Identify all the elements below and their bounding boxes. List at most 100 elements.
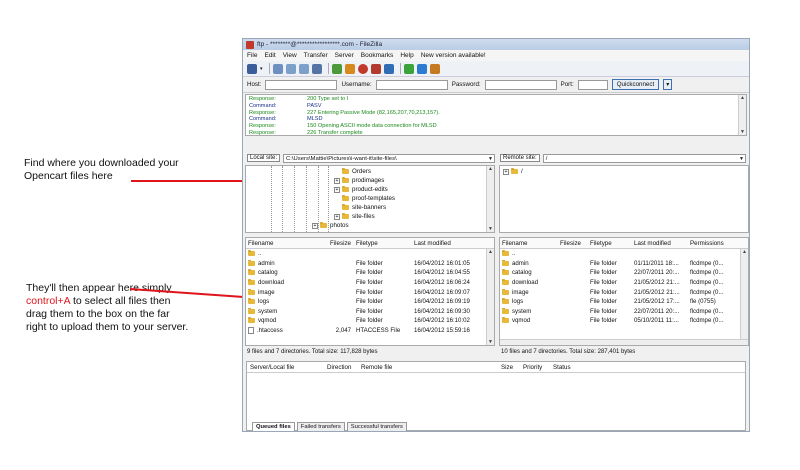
- local-file-row[interactable]: system File folder 16/04/2012 16:09:30: [246, 307, 494, 317]
- tab-failed-transfers[interactable]: Failed transfers: [296, 422, 345, 431]
- chevron-down-icon[interactable]: ▾: [260, 66, 263, 72]
- username-input[interactable]: [375, 79, 448, 90]
- cancel-icon[interactable]: [357, 63, 368, 74]
- log-row: Response: 227 Entering Passive Mode (82,1…: [249, 110, 743, 117]
- col-last-modified[interactable]: Last modified: [632, 240, 688, 247]
- toggle-remote-tree-icon[interactable]: [298, 63, 309, 74]
- local-tree-item[interactable]: + photos: [312, 221, 349, 229]
- col-permissions[interactable]: Permissions: [688, 240, 738, 247]
- remote-file-list[interactable]: Filename Filesize Filetype Last modified…: [499, 237, 749, 346]
- sync-browse-icon[interactable]: [416, 63, 427, 74]
- refresh-icon[interactable]: [331, 63, 342, 74]
- quickconnect-button[interactable]: Quickconnect: [611, 79, 660, 90]
- remote-file-row[interactable]: image File folder 21/05/2012 21:... flcdmpe…: [500, 287, 748, 297]
- remote-tree-item[interactable]: + /: [503, 167, 523, 175]
- local-tree-item[interactable]: + site-files: [334, 212, 375, 220]
- col-filename[interactable]: Filename: [500, 240, 558, 247]
- search-icon[interactable]: [429, 63, 440, 74]
- tab-successful-transfers[interactable]: Successful transfers: [346, 422, 407, 431]
- local-path-input[interactable]: C:\Users\Mattie\Pictures\i-want-it\site-…: [283, 153, 495, 163]
- local-list-scrollbar[interactable]: [486, 249, 494, 345]
- folder-icon: [502, 288, 509, 295]
- site-manager-icon[interactable]: [247, 63, 257, 74]
- menu-help[interactable]: Help: [400, 52, 413, 59]
- menu-view[interactable]: View: [283, 52, 297, 59]
- toggle-tree-icon[interactable]: [285, 63, 296, 74]
- expand-icon[interactable]: +: [334, 177, 340, 184]
- compare-icon[interactable]: [403, 63, 414, 74]
- col-priority[interactable]: Priority: [523, 364, 553, 371]
- col-filetype[interactable]: Filetype: [354, 240, 412, 247]
- local-file-row[interactable]: catalog File folder 16/04/2012 16:04:55: [246, 268, 494, 278]
- remote-path-input[interactable]: /: [542, 153, 746, 163]
- local-tree-scrollbar[interactable]: [486, 166, 494, 232]
- filezilla-window: ftp - ********@*****************.com - F…: [242, 38, 750, 432]
- remote-file-row[interactable]: logs File folder 21/05/2012 17:... fle (075…: [500, 297, 748, 307]
- menu-bar: File Edit View Transfer Server Bookmarks…: [243, 50, 749, 61]
- quickconnect-dropdown-icon[interactable]: ▾: [663, 79, 673, 90]
- col-filename[interactable]: Filename: [246, 240, 308, 247]
- expand-icon[interactable]: +: [334, 186, 340, 193]
- menu-new-version[interactable]: New version available!: [421, 52, 486, 59]
- local-file-row[interactable]: logs File folder 16/04/2012 16:09:19: [246, 297, 494, 307]
- port-input[interactable]: [577, 79, 608, 90]
- local-file-row[interactable]: ..: [246, 249, 494, 259]
- remote-file-row[interactable]: system File folder 22/07/2011 20:... flcdmp…: [500, 307, 748, 317]
- local-tree-item[interactable]: site-banners: [342, 203, 386, 211]
- remote-file-row[interactable]: ..: [500, 249, 748, 259]
- local-tree-item[interactable]: + prodimages: [334, 176, 384, 184]
- local-tree[interactable]: Orders + prodimages + product-edits proof-tem…: [245, 165, 495, 233]
- local-file-row[interactable]: image File folder 16/04/2012 16:09:07: [246, 287, 494, 297]
- col-server-local-file[interactable]: Server/Local file: [247, 364, 327, 371]
- col-direction[interactable]: Direction: [327, 364, 361, 371]
- col-filesize[interactable]: Filesize: [308, 240, 354, 247]
- process-queue-icon[interactable]: [344, 63, 355, 74]
- folder-icon: [342, 194, 349, 201]
- remote-tree[interactable]: + /: [499, 165, 749, 233]
- menu-transfer[interactable]: Transfer: [304, 52, 328, 59]
- col-remote-file[interactable]: Remote file: [361, 364, 501, 371]
- col-filetype[interactable]: Filetype: [588, 240, 632, 247]
- local-tree-item[interactable]: + product-edits: [334, 185, 388, 193]
- file-modified: 22/07/2011 20:...: [634, 269, 680, 277]
- col-last-modified[interactable]: Last modified: [412, 240, 488, 247]
- local-file-row[interactable]: download File folder 16/04/2012 16:06:24: [246, 278, 494, 288]
- col-status[interactable]: Status: [553, 364, 593, 371]
- toggle-log-icon[interactable]: [272, 63, 283, 74]
- local-tree-item[interactable]: Orders: [342, 167, 371, 175]
- local-tree-item[interactable]: proof-templates: [342, 194, 395, 202]
- reconnect-icon[interactable]: [383, 63, 394, 74]
- local-file-list[interactable]: Filename Filesize Filetype Last modified…: [245, 237, 495, 346]
- expand-icon[interactable]: +: [312, 222, 318, 229]
- file-modified: 16/04/2012 16:09:19: [414, 298, 470, 306]
- port-label: Port:: [560, 81, 574, 88]
- expand-icon[interactable]: +: [503, 168, 509, 175]
- transfer-queue[interactable]: Server/Local file Direction Remote file …: [246, 361, 746, 431]
- tab-queued-files[interactable]: Queued files: [252, 422, 295, 431]
- local-file-row[interactable]: admin File folder 16/04/2012 16:01:05: [246, 259, 494, 269]
- menu-server[interactable]: Server: [335, 52, 354, 59]
- password-input[interactable]: [484, 79, 557, 90]
- local-file-row[interactable]: .htaccess 2,047 HTACCESS File 16/04/2012 15…: [246, 326, 494, 336]
- remote-list-scrollbar[interactable]: [740, 249, 748, 345]
- file-name: admin: [512, 259, 529, 267]
- host-input[interactable]: [265, 79, 338, 90]
- col-filesize[interactable]: Filesize: [558, 240, 588, 247]
- toggle-queue-icon[interactable]: [311, 63, 322, 74]
- tree-label: proof-templates: [352, 195, 395, 202]
- col-size[interactable]: Size: [501, 364, 523, 371]
- menu-bookmarks[interactable]: Bookmarks: [361, 52, 394, 59]
- remote-file-row[interactable]: catalog File folder 22/07/2011 20:... flcdm…: [500, 268, 748, 278]
- remote-file-row[interactable]: admin File folder 01/11/2011 18:... flcdmpe…: [500, 259, 748, 269]
- menu-edit[interactable]: Edit: [264, 52, 275, 59]
- local-file-row[interactable]: vqmod File folder 16/04/2012 16:10:02: [246, 316, 494, 326]
- remote-list-hscrollbar[interactable]: [500, 339, 748, 345]
- menu-file[interactable]: File: [247, 52, 257, 59]
- expand-icon[interactable]: +: [334, 213, 340, 220]
- remote-file-row[interactable]: download File folder 21/05/2012 21:... flcd…: [500, 278, 748, 288]
- folder-icon: [502, 269, 509, 276]
- file-size: 2,047: [335, 327, 351, 335]
- message-log-scrollbar[interactable]: [738, 95, 746, 135]
- disconnect-icon[interactable]: [370, 63, 381, 74]
- remote-file-row[interactable]: vqmod File folder 05/10/2011 11:... flcdmpe…: [500, 316, 748, 326]
